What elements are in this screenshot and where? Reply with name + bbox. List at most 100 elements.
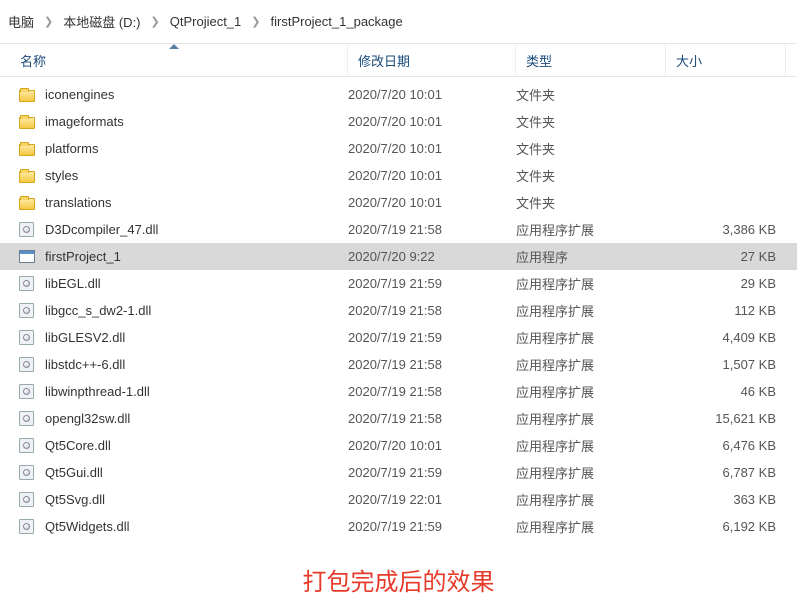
dll-icon — [18, 221, 35, 238]
cell-name: platforms — [0, 140, 348, 157]
cell-name: iconengines — [0, 86, 348, 103]
column-header-date[interactable]: 修改日期 — [348, 44, 516, 76]
breadcrumb-item[interactable]: QtProjiect_1 — [164, 12, 248, 31]
column-header-size[interactable]: 大小 — [666, 44, 786, 76]
file-row[interactable]: imageformats2020/7/20 10:01文件夹 — [0, 108, 797, 135]
column-label: 修改日期 — [358, 51, 410, 70]
file-row[interactable]: iconengines2020/7/20 10:01文件夹 — [0, 81, 797, 108]
cell-type: 文件夹 — [516, 85, 666, 104]
file-name: libGLESV2.dll — [45, 330, 125, 345]
breadcrumb-item[interactable]: firstProject_1_package — [265, 12, 409, 31]
cell-size: 4,409 KB — [666, 330, 786, 345]
cell-name: imageformats — [0, 113, 348, 130]
file-row[interactable]: libgcc_s_dw2-1.dll 2020/7/19 21:58应用程序扩展1… — [0, 297, 797, 324]
cell-name: Qt5Widgets.dll — [0, 518, 348, 535]
file-row[interactable]: Qt5Widgets.dll2020/7/19 21:59应用程序扩展6,192… — [0, 513, 797, 540]
column-header-name[interactable]: 名称 — [0, 44, 348, 76]
file-row[interactable]: D3Dcompiler_47.dll2020/7/19 21:58应用程序扩展3… — [0, 216, 797, 243]
cell-size: 6,192 KB — [666, 519, 786, 534]
file-row[interactable]: opengl32sw.dll2020/7/19 21:58应用程序扩展15,62… — [0, 405, 797, 432]
dll-icon — [18, 329, 35, 346]
dll-icon — [18, 275, 35, 292]
dll-icon — [18, 437, 35, 454]
cell-size: 6,787 KB — [666, 465, 786, 480]
cell-name: Qt5Gui.dll — [0, 464, 348, 481]
folder-icon — [18, 167, 35, 184]
file-name: Qt5Widgets.dll — [45, 519, 130, 534]
cell-name: firstProject_1 — [0, 248, 348, 265]
cell-name: libEGL.dll — [0, 275, 348, 292]
cell-date: 2020/7/20 10:01 — [348, 195, 516, 210]
breadcrumb-item[interactable]: 本地磁盘 (D:) — [57, 10, 146, 33]
cell-date: 2020/7/19 21:58 — [348, 357, 516, 372]
cell-date: 2020/7/19 22:01 — [348, 492, 516, 507]
file-name: translations — [45, 195, 111, 210]
cell-date: 2020/7/19 21:59 — [348, 276, 516, 291]
file-name: platforms — [45, 141, 98, 156]
dll-icon — [18, 383, 35, 400]
cell-type: 应用程序扩展 — [516, 328, 666, 347]
dll-icon — [18, 518, 35, 535]
column-header-type[interactable]: 类型 — [516, 44, 666, 76]
cell-type: 应用程序扩展 — [516, 463, 666, 482]
file-name: libgcc_s_dw2-1.dll — [45, 303, 151, 318]
file-name: Qt5Svg.dll — [45, 492, 105, 507]
cell-date: 2020/7/19 21:58 — [348, 411, 516, 426]
file-row[interactable]: firstProject_12020/7/20 9:22应用程序27 KB — [0, 243, 797, 270]
cell-size: 29 KB — [666, 276, 786, 291]
folder-icon — [18, 86, 35, 103]
column-label: 类型 — [526, 51, 552, 70]
cell-type: 应用程序 — [516, 247, 666, 266]
file-name: imageformats — [45, 114, 124, 129]
file-row[interactable]: libEGL.dll 2020/7/19 21:59应用程序扩展29 KB — [0, 270, 797, 297]
cell-size: 15,621 KB — [666, 411, 786, 426]
cell-date: 2020/7/20 9:22 — [348, 249, 516, 264]
file-row[interactable]: platforms2020/7/20 10:01文件夹 — [0, 135, 797, 162]
file-name: libEGL.dll — [45, 276, 101, 291]
cell-name: libgcc_s_dw2-1.dll — [0, 302, 348, 319]
cell-type: 应用程序扩展 — [516, 220, 666, 239]
cell-size: 112 KB — [666, 303, 786, 318]
dll-icon — [18, 464, 35, 481]
cell-date: 2020/7/19 21:58 — [348, 303, 516, 318]
cell-type: 应用程序扩展 — [516, 301, 666, 320]
file-row[interactable]: libGLESV2.dll 2020/7/19 21:59应用程序扩展4,409 … — [0, 324, 797, 351]
file-row[interactable]: libwinpthread-1.dll2020/7/19 21:58应用程序扩展… — [0, 378, 797, 405]
cell-size: 6,476 KB — [666, 438, 786, 453]
cell-date: 2020/7/20 10:01 — [348, 168, 516, 183]
dll-icon — [18, 302, 35, 319]
breadcrumb-item[interactable]: 电脑 — [2, 10, 40, 33]
cell-date: 2020/7/20 10:01 — [348, 87, 516, 102]
file-name: Qt5Gui.dll — [45, 465, 103, 480]
column-label: 名称 — [20, 51, 46, 70]
cell-type: 应用程序扩展 — [516, 274, 666, 293]
cell-name: translations — [0, 194, 348, 211]
file-row[interactable]: Qt5Core.dll2020/7/20 10:01应用程序扩展6,476 KB — [0, 432, 797, 459]
folder-icon — [18, 140, 35, 157]
cell-name: Qt5Core.dll — [0, 437, 348, 454]
column-label: 大小 — [676, 51, 702, 70]
cell-name: libGLESV2.dll — [0, 329, 348, 346]
folder-icon — [18, 194, 35, 211]
cell-date: 2020/7/20 10:01 — [348, 438, 516, 453]
cell-size: 363 KB — [666, 492, 786, 507]
cell-type: 文件夹 — [516, 139, 666, 158]
file-row[interactable]: libstdc++-6.dll2020/7/19 21:58应用程序扩展1,50… — [0, 351, 797, 378]
file-row[interactable]: Qt5Svg.dll2020/7/19 22:01应用程序扩展363 KB — [0, 486, 797, 513]
cell-type: 应用程序扩展 — [516, 355, 666, 374]
file-row[interactable]: Qt5Gui.dll2020/7/19 21:59应用程序扩展6,787 KB — [0, 459, 797, 486]
cell-size: 46 KB — [666, 384, 786, 399]
cell-name: D3Dcompiler_47.dll — [0, 221, 348, 238]
file-name: D3Dcompiler_47.dll — [45, 222, 158, 237]
file-name: Qt5Core.dll — [45, 438, 111, 453]
cell-date: 2020/7/19 21:58 — [348, 384, 516, 399]
file-name: opengl32sw.dll — [45, 411, 130, 426]
caption-text: 打包完成后的效果 — [0, 544, 797, 609]
file-row[interactable]: translations2020/7/20 10:01文件夹 — [0, 189, 797, 216]
cell-name: opengl32sw.dll — [0, 410, 348, 427]
file-row[interactable]: styles2020/7/20 10:01文件夹 — [0, 162, 797, 189]
file-list: iconengines2020/7/20 10:01文件夹imageformat… — [0, 77, 797, 544]
application-icon — [18, 248, 35, 265]
cell-date: 2020/7/19 21:59 — [348, 519, 516, 534]
cell-date: 2020/7/19 21:59 — [348, 330, 516, 345]
